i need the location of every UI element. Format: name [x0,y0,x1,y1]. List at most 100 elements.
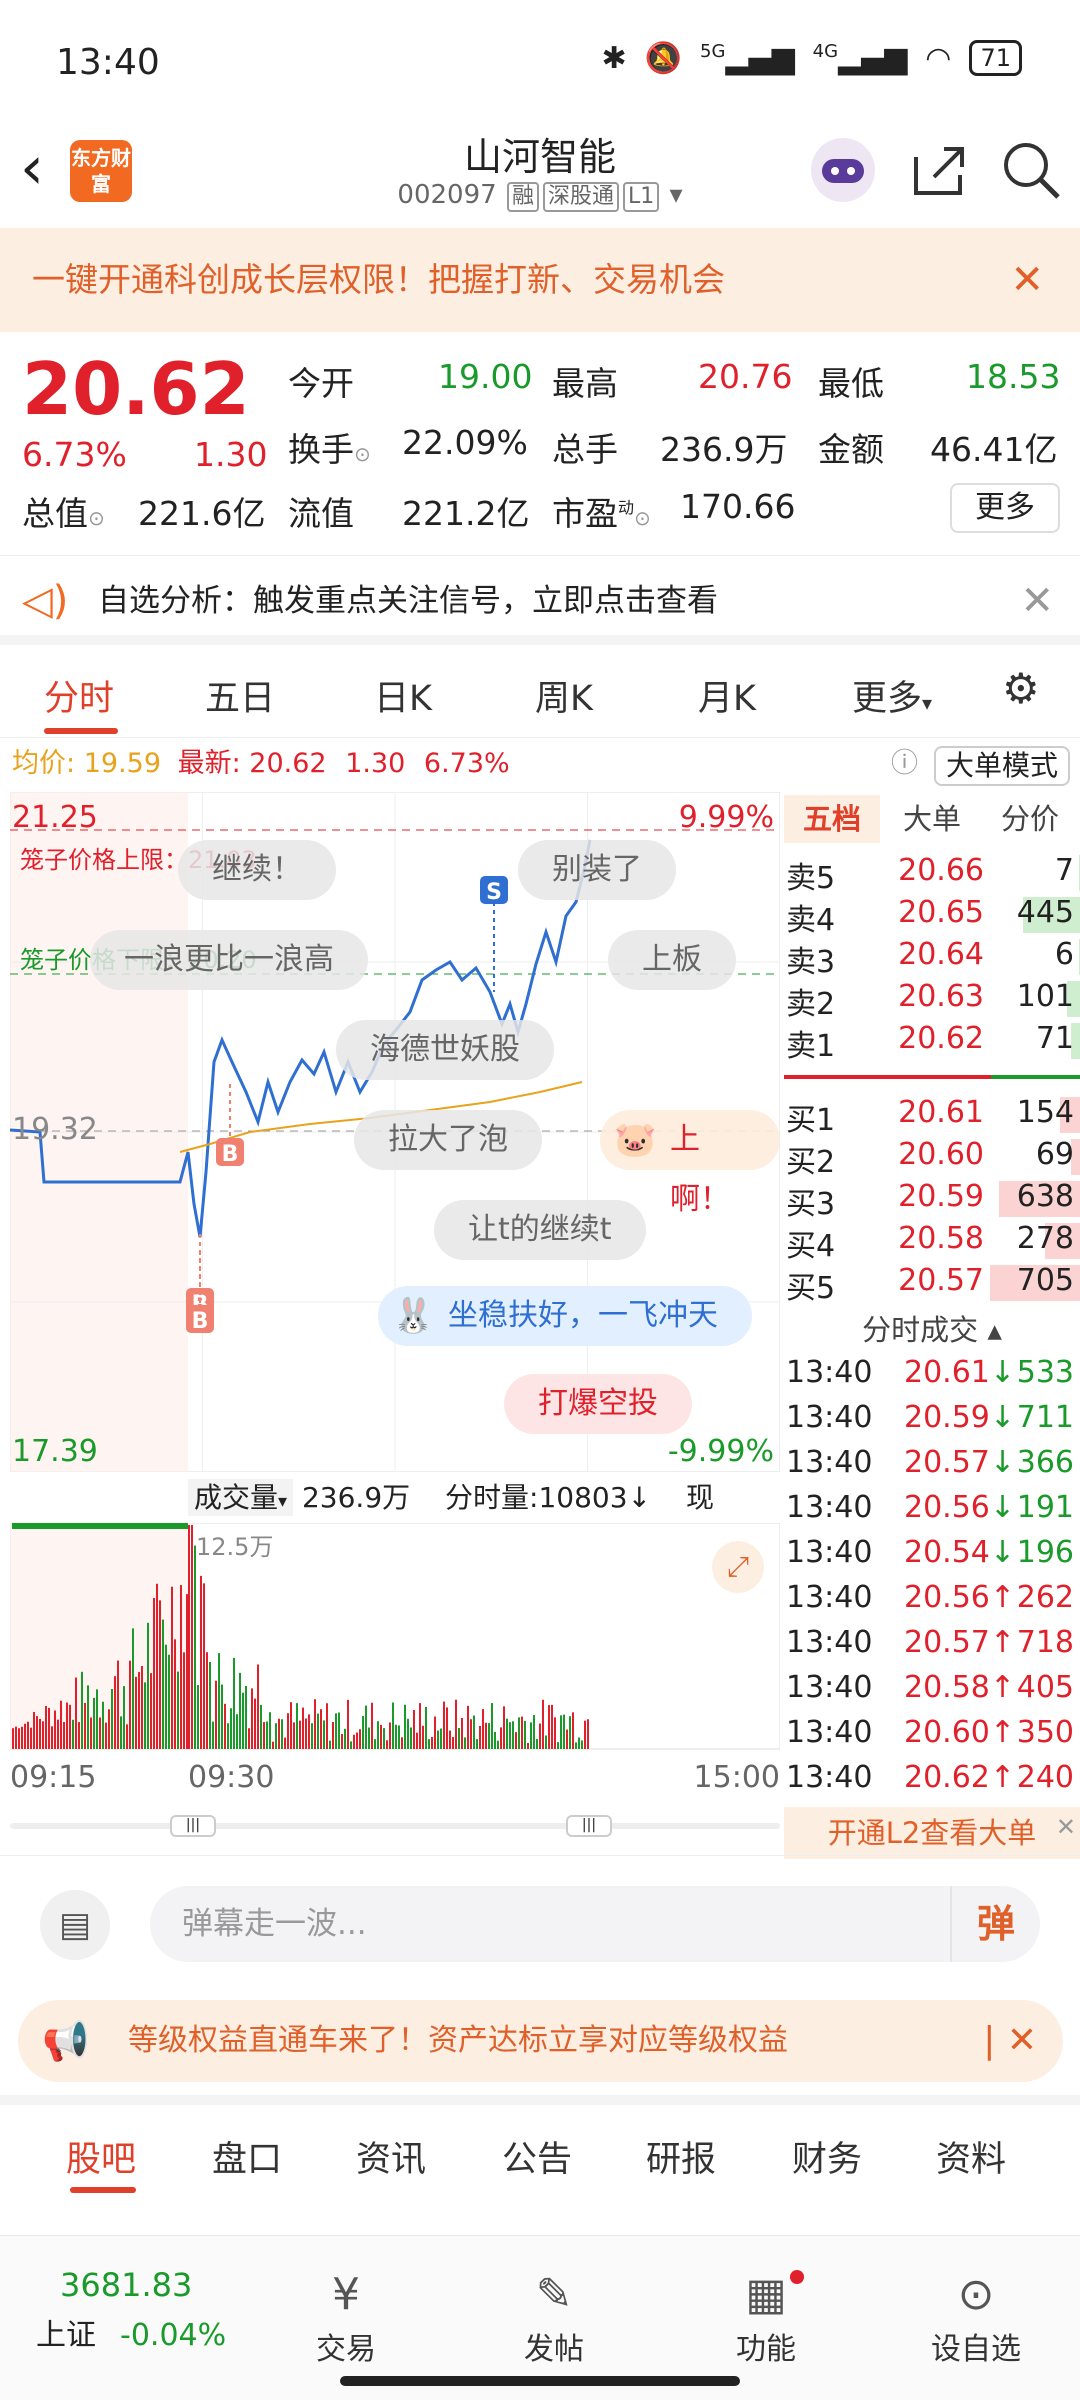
high-value: 20.76 [698,357,793,396]
tab-more[interactable]: 更多▾ [852,670,932,721]
tag-connect: 深股通 [542,182,619,212]
trade-volume: 196 [1016,1535,1074,1570]
bid-row[interactable]: 买4 20.58 278 [784,1221,1080,1264]
bottom-nav: 3681.83 上证 -0.04% ¥ 交易 ✎ 发帖 ▦ 功能 ⊙ 设自选 [0,2235,1080,2400]
help-icon[interactable]: ⓘ [891,738,918,790]
home-indicator [340,2376,740,2386]
tab-profile[interactable]: 资料 [936,2131,1006,2182]
scroll-handle-left[interactable]: ||| [170,1815,216,1837]
index-change: -0.04% [120,2318,227,2353]
tab-weekly-k[interactable]: 周K [535,670,593,721]
signal-4g-icon: 4G▂▄▆ [812,40,908,76]
big-order-mode-button[interactable]: 大单模式 [933,746,1070,786]
scroll-handle-right[interactable]: ||| [566,1815,612,1837]
tab-monthly-k[interactable]: 月K [698,670,756,721]
danmu-bar: ▤ 弹幕走一波... 弹 [0,1855,1080,1985]
notification-dot [790,2270,804,2284]
index-ticker[interactable]: 3681.83 上证 -0.04% [36,2266,246,2354]
tab-finance[interactable]: 财务 [792,2131,862,2182]
grid-icon: ▦ [745,2269,787,2320]
ask-row[interactable]: 卖2 20.63 101 [784,979,1080,1022]
close-icon[interactable]: ✕ [1056,1801,1076,1853]
tab-five-levels[interactable]: 五档 [784,795,880,843]
danmu-input[interactable]: 弹幕走一波... [150,1886,1040,1962]
promo-banner[interactable]: 一键开通科创成长层权限！把握打新、交易机会 ✕ [0,228,1080,332]
trade-time: 13:40 [786,1760,873,1795]
trade-time: 13:40 [786,1670,873,1705]
level-volume: 6 [1054,937,1074,972]
bid-row[interactable]: 买1 20.61 154 [784,1095,1080,1138]
axis-end: 15:00 [693,1760,780,1795]
float-label: 流值 [288,494,354,533]
stock-code: 002097 [397,180,497,210]
bid-row[interactable]: 买5 20.57 705 [784,1263,1080,1306]
level-volume: 278 [1016,1221,1074,1256]
close-icon[interactable]: ✕ [1020,556,1054,646]
gear-icon[interactable]: ⚙ [1002,664,1040,713]
danmu-bubble: 继续！ [178,840,336,900]
robot-assistant-icon[interactable] [808,135,878,205]
level-promo-banner[interactable]: 📢 等级权益直通车来了！资产达标立享对应等级权益 | ✕ [18,2000,1063,2082]
trade-price: 20.61↓ [904,1355,1016,1390]
ask-row[interactable]: 卖1 20.62 71 [784,1021,1080,1064]
volume-chart[interactable]: 12.5万 ⤢ [10,1523,780,1763]
level-price: 20.57 [898,1263,984,1298]
close-icon[interactable]: ✕ [1010,228,1044,332]
tab-news[interactable]: 资讯 [356,2131,426,2182]
range-scrollbar[interactable]: ||| ||| [10,1815,780,1837]
volume-dropdown[interactable]: 成交量▾ [188,1479,294,1516]
nav-functions[interactable]: ▦ 功能 [706,2266,826,2368]
tab-announcements[interactable]: 公告 [502,2131,572,2182]
trade-row: 13:40 20.57↓ 366 [784,1445,1080,1489]
tab-big-orders[interactable]: 大单 [884,795,980,843]
promo-text: 等级权益直通车来了！资产达标立享对应等级权益 [128,2023,788,2058]
trade-volume: 711 [1016,1400,1074,1435]
chevron-down-icon: ▾ [669,180,683,210]
close-icon[interactable]: | ✕ [983,2000,1037,2082]
tab-research[interactable]: 研报 [646,2131,716,2182]
tab-price-dist[interactable]: 分价 [980,795,1080,843]
axis-top-price: 21.25 [12,800,98,835]
level-price: 20.62 [898,1021,984,1056]
danmu-send-button[interactable]: 弹 [950,1886,1040,1962]
ask-row[interactable]: 卖3 20.64 6 [784,937,1080,980]
ask-row[interactable]: 卖4 20.65 445 [784,895,1080,938]
tab-intraday[interactable]: 分时 [44,670,114,721]
search-icon[interactable] [996,135,1066,205]
trade-price: 20.56↑ [904,1580,1016,1615]
nav-post[interactable]: ✎ 发帖 [494,2266,614,2368]
intraday-chart[interactable]: BBBS 21.25 9.99% 19.32 17.39 -9.99% 笼子价格… [10,792,780,1472]
bid-row[interactable]: 买3 20.59 638 [784,1179,1080,1222]
amount-value: 46.41亿 [930,430,1058,469]
ask-row[interactable]: 卖5 20.66 7 [784,853,1080,896]
nav-add-watchlist[interactable]: ⊙ 设自选 [916,2266,1036,2368]
analysis-alert[interactable]: ◁) 自选分析：触发重点关注信号，立即点击查看 ✕ [0,555,1080,645]
level-price: 20.58 [898,1221,984,1256]
mktcap-value: 221.6亿 [138,494,266,533]
level-label: 买4 [786,1229,836,1264]
nav-trade[interactable]: ¥ 交易 [286,2266,406,2368]
tab-five-day[interactable]: 五日 [205,670,275,721]
tab-market-depth[interactable]: 盘口 [212,2131,282,2182]
bid-row[interactable]: 买2 20.60 69 [784,1137,1080,1180]
trade-price: 20.57↓ [904,1445,1016,1480]
trade-time: 13:40 [786,1445,873,1480]
open-l2-button[interactable]: 开通L2查看大单 ✕ [784,1807,1080,1859]
trade-volume: 350 [1016,1715,1074,1750]
tab-forum[interactable]: 股吧 [66,2131,136,2182]
level-volume: 154 [1016,1095,1074,1130]
tab-daily-k[interactable]: 日K [374,670,432,721]
level-label: 买2 [786,1145,836,1180]
expand-icon[interactable]: ⤢ [712,1541,764,1593]
trade-volume: 191 [1016,1490,1074,1525]
more-button[interactable]: 更多 [950,483,1060,533]
danmu-settings-icon[interactable]: ▤ [40,1890,110,1960]
trade-volume: 240 [1016,1760,1074,1795]
volume-max-label: 12.5万 [196,1533,274,1561]
latest-value: 20.62 [249,748,327,779]
share-icon[interactable] [904,135,974,205]
edit-icon: ✎ [535,2269,573,2320]
tag-margin: 融 [506,182,539,212]
level-price: 20.64 [898,937,984,972]
trades-title[interactable]: 分时成交 ▴ [784,1307,1080,1349]
